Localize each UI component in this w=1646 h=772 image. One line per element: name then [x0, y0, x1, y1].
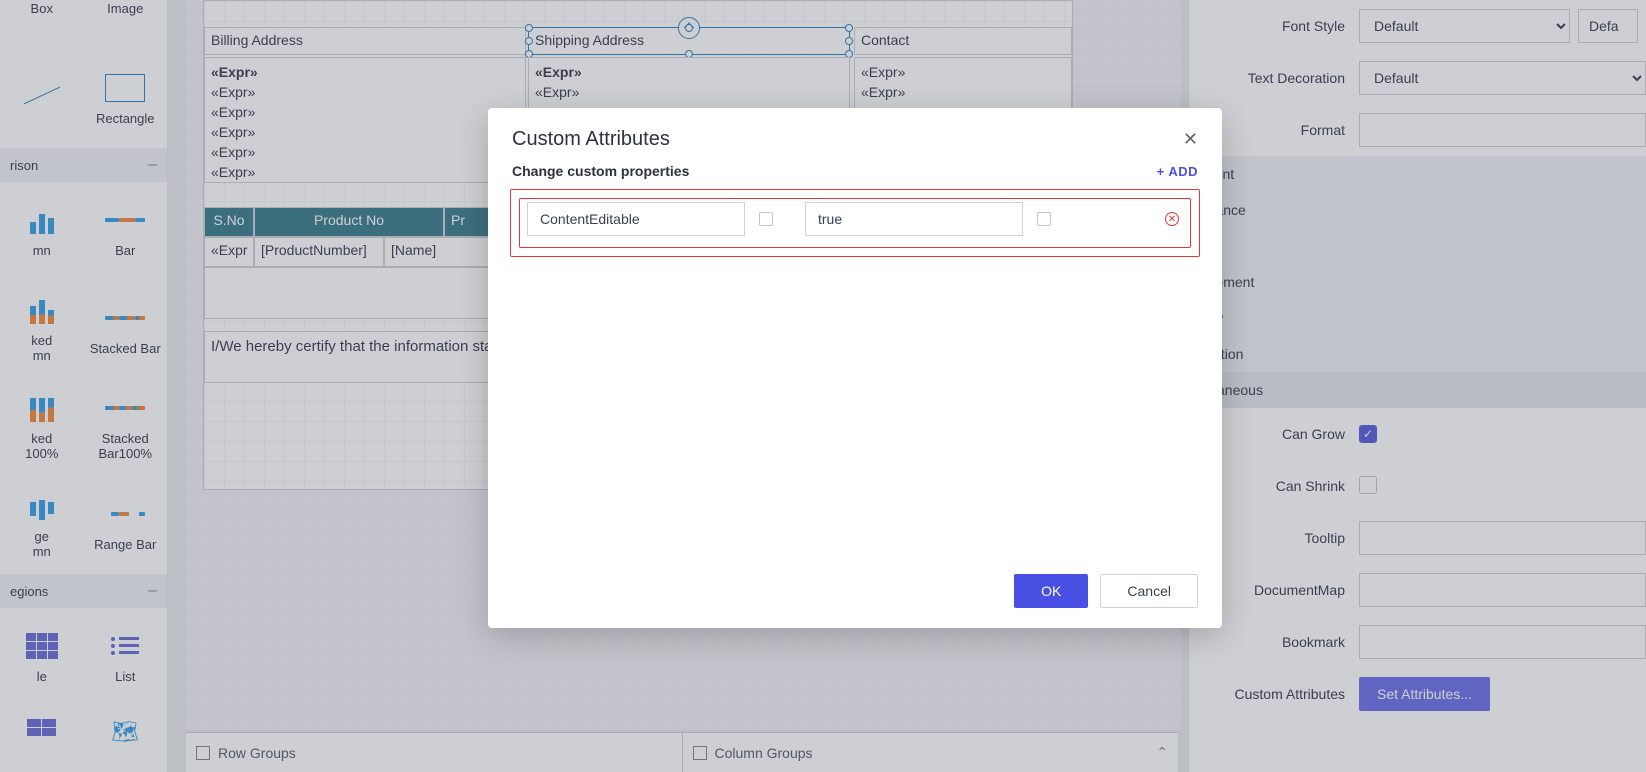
dialog-subtitle: Change custom properties	[512, 163, 689, 179]
close-icon[interactable]: ✕	[1183, 129, 1198, 150]
attribute-name-input[interactable]	[527, 202, 745, 236]
attribute-value-input[interactable]	[805, 202, 1023, 236]
custom-attributes-dialog: Custom Attributes ✕ Change custom proper…	[488, 108, 1222, 628]
cancel-button[interactable]: Cancel	[1100, 574, 1198, 608]
dialog-title: Custom Attributes	[512, 128, 670, 151]
attribute-row: ✕	[521, 200, 1189, 238]
attribute-name-expr-checkbox[interactable]	[759, 212, 773, 226]
attribute-value-expr-checkbox[interactable]	[1037, 212, 1051, 226]
add-button[interactable]: + ADD	[1157, 164, 1198, 179]
ok-button[interactable]: OK	[1014, 574, 1088, 608]
attributes-grid: ✕	[510, 189, 1200, 257]
remove-icon[interactable]: ✕	[1165, 212, 1179, 226]
